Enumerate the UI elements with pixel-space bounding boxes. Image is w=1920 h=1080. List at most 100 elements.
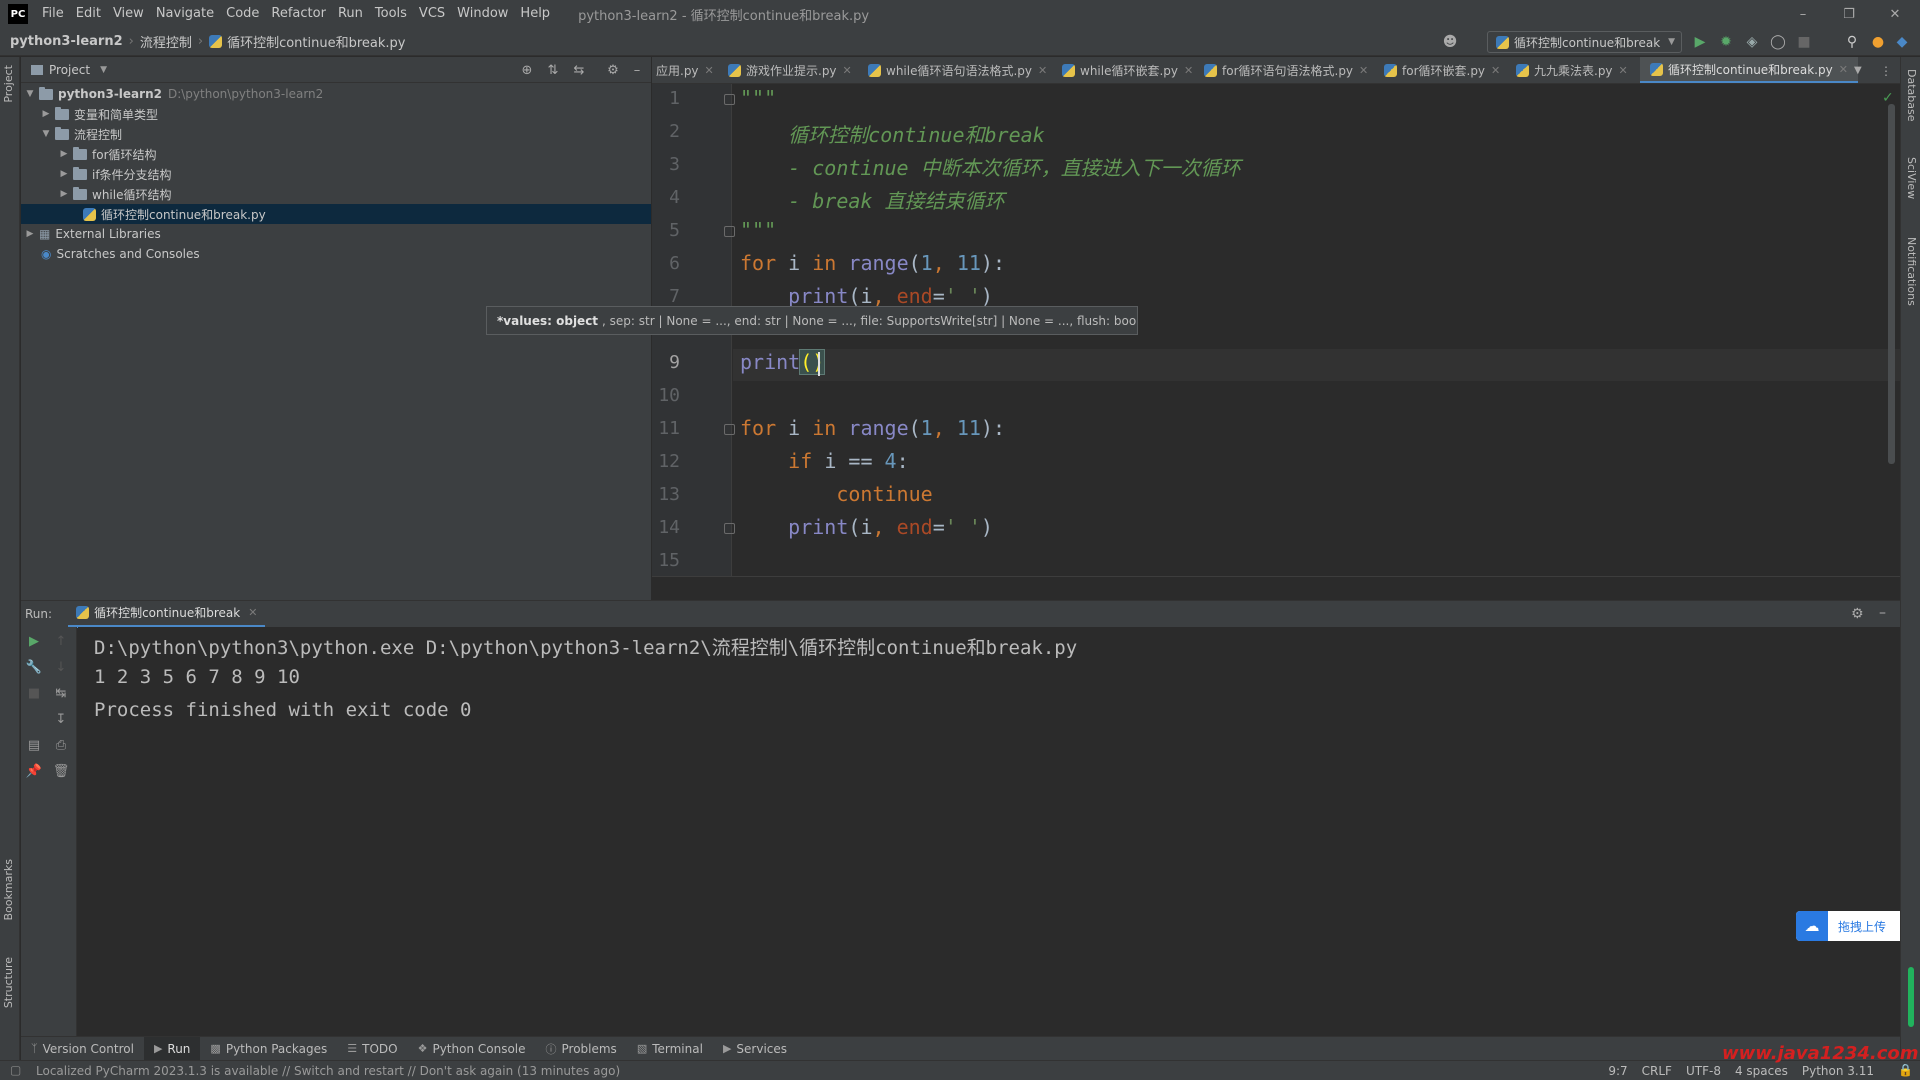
fold-marker-icon[interactable] [724,424,735,435]
chevron-right-icon[interactable]: ▶ [57,189,71,199]
coverage-icon[interactable]: ◈ [1742,32,1762,52]
scroll-to-end-icon[interactable]: ↧ [52,710,70,728]
layout-icon[interactable]: ▤ [25,736,43,754]
tool-python-console[interactable]: ❖ Python Console [408,1037,536,1061]
gear-icon[interactable]: ⚙ [1851,606,1864,622]
jetbrains-icon[interactable]: ◆ [1892,32,1912,52]
search-icon[interactable]: ⚲ [1842,32,1862,52]
close-icon[interactable]: ✕ [248,606,257,619]
indent-setting[interactable]: 4 spaces [1735,1064,1788,1078]
editor-scrollbar[interactable] [1888,104,1895,464]
close-icon[interactable]: ✕ [1184,64,1193,77]
close-icon[interactable]: ✕ [1491,64,1500,77]
menu-vcs[interactable]: VCS [413,0,451,28]
menu-refactor[interactable]: Refactor [265,0,332,28]
tool-problems[interactable]: ⓘ Problems [536,1037,627,1061]
close-icon[interactable]: ✕ [1872,0,1918,28]
file-encoding[interactable]: UTF-8 [1686,1064,1721,1078]
structure-tool-tab[interactable]: Structure [2,957,15,1008]
editor-tab[interactable]: 九九乘法表.py ✕ [1516,57,1628,83]
status-message[interactable]: Localized PyCharm 2023.1.3 is available … [36,1064,620,1078]
tool-version-control[interactable]: ᛉ Version Control [21,1037,144,1061]
run-tab[interactable]: 循环控制continue和break ✕ [68,601,266,628]
tree-item-scratches[interactable]: ◉ Scratches and Consoles [21,244,651,264]
tree-item-current-file[interactable]: 循环控制continue和break.py [21,204,651,224]
run-configuration-select[interactable]: 循环控制continue和break ▼ [1487,31,1682,53]
debug-icon[interactable]: ✹ [1716,32,1736,52]
account-icon[interactable]: ☻ [1440,32,1460,52]
stop-icon[interactable]: ■ [25,684,43,702]
bookmarks-tool-tab[interactable]: Bookmarks [2,859,15,920]
database-tool-tab[interactable]: Database [1905,69,1918,122]
editor-tab[interactable]: for循环嵌套.py ✕ [1384,57,1500,83]
hide-panel-icon[interactable]: – [1879,605,1886,621]
print-icon[interactable]: ⎙ [52,736,70,754]
locate-file-icon[interactable]: ⊕ [518,61,536,79]
close-icon[interactable]: ✕ [1359,64,1368,77]
editor-tab[interactable]: for循环语句语法格式.py ✕ [1204,57,1368,83]
menu-code[interactable]: Code [220,0,265,28]
fold-marker-icon[interactable] [724,523,735,534]
close-icon[interactable]: ✕ [1038,64,1047,77]
toggle-tool-windows-icon[interactable]: ▢ [10,1063,21,1077]
console-scrollbar[interactable] [1908,967,1914,1027]
down-arrow-icon[interactable]: ↓ [52,658,70,676]
editor-tab[interactable]: while循环语句语法格式.py ✕ [868,57,1047,83]
editor-tab[interactable]: 应用.py ✕ [656,57,714,83]
sciview-tool-tab[interactable]: SciView [1905,157,1918,199]
editor-tab[interactable]: 游戏作业提示.py ✕ [728,57,852,83]
fold-marker-icon[interactable] [724,94,735,105]
tree-item-while-loop[interactable]: ▶ while循环结构 [21,184,651,204]
minimize-icon[interactable]: – [1780,0,1826,28]
tree-item-flow-control[interactable]: ▼ 流程控制 [21,124,651,144]
menu-run[interactable]: Run [332,0,369,28]
notifications-tool-tab[interactable]: Notifications [1905,237,1918,306]
menu-edit[interactable]: Edit [70,0,107,28]
tree-item-project-root[interactable]: ▼ python3-learn2 D:\python\python3-learn… [21,84,651,104]
tool-run[interactable]: ▶ Run [143,1036,201,1061]
tree-item-for-loop[interactable]: ▶ for循环结构 [21,144,651,164]
chevron-right-icon[interactable]: ▶ [39,109,53,119]
chevron-down-icon[interactable]: ▼ [23,89,37,99]
lock-icon[interactable]: 🔒 [1898,1063,1913,1077]
menu-file[interactable]: File [36,0,70,28]
menu-navigate[interactable]: Navigate [150,0,220,28]
caret-position[interactable]: 9:7 [1608,1064,1627,1078]
menu-tools[interactable]: Tools [369,0,413,28]
chevron-down-icon[interactable]: ▼ [100,65,107,75]
tool-python-packages[interactable]: ▩ Python Packages [200,1037,337,1061]
close-icon[interactable]: ✕ [843,64,852,77]
gear-icon[interactable]: ⚙ [604,61,622,79]
menu-window[interactable]: Window [451,0,514,28]
tool-services[interactable]: ▶ Services [713,1037,797,1061]
line-separator[interactable]: CRLF [1642,1064,1672,1078]
close-icon[interactable]: ✕ [1619,64,1628,77]
profile-icon[interactable]: ◯ [1768,32,1788,52]
tool-terminal[interactable]: ▧ Terminal [627,1037,713,1061]
tree-item-if-branch[interactable]: ▶ if条件分支结构 [21,164,651,184]
tool-todo[interactable]: ☰ TODO [337,1037,407,1061]
update-icon[interactable]: ● [1868,32,1888,52]
hide-panel-icon[interactable]: – [628,61,646,79]
expand-all-icon[interactable]: ⇅ [544,61,562,79]
restore-icon[interactable]: ❐ [1826,0,1872,28]
fold-marker-icon[interactable] [724,226,735,237]
editor-tab[interactable]: while循环嵌套.py ✕ [1062,57,1193,83]
menu-help[interactable]: Help [514,0,556,28]
run-console[interactable]: D:\python\python3\python.exe D:\python\p… [78,627,1914,1036]
collapse-all-icon[interactable]: ⇆ [570,61,588,79]
pin-icon[interactable]: 📌 [25,762,43,780]
up-arrow-icon[interactable]: ↑ [52,632,70,650]
chevron-right-icon[interactable]: ▶ [23,229,37,239]
project-view-select[interactable]: Project [49,63,90,77]
trash-icon[interactable]: 🗑 [52,762,70,780]
tab-list-chevron-icon[interactable]: ▼ [1854,57,1862,83]
project-tool-tab[interactable]: Project [2,65,15,103]
rerun-icon[interactable]: ▶ [25,632,43,650]
breadcrumb-project[interactable]: python3-learn2 [10,34,123,49]
wrench-icon[interactable]: 🔧 [25,658,43,676]
close-icon[interactable]: ✕ [705,64,714,77]
menu-view[interactable]: View [107,0,150,28]
python-interpreter[interactable]: Python 3.11 [1802,1064,1874,1078]
upload-float-button[interactable]: ☁ 拖拽上传 [1796,911,1900,941]
